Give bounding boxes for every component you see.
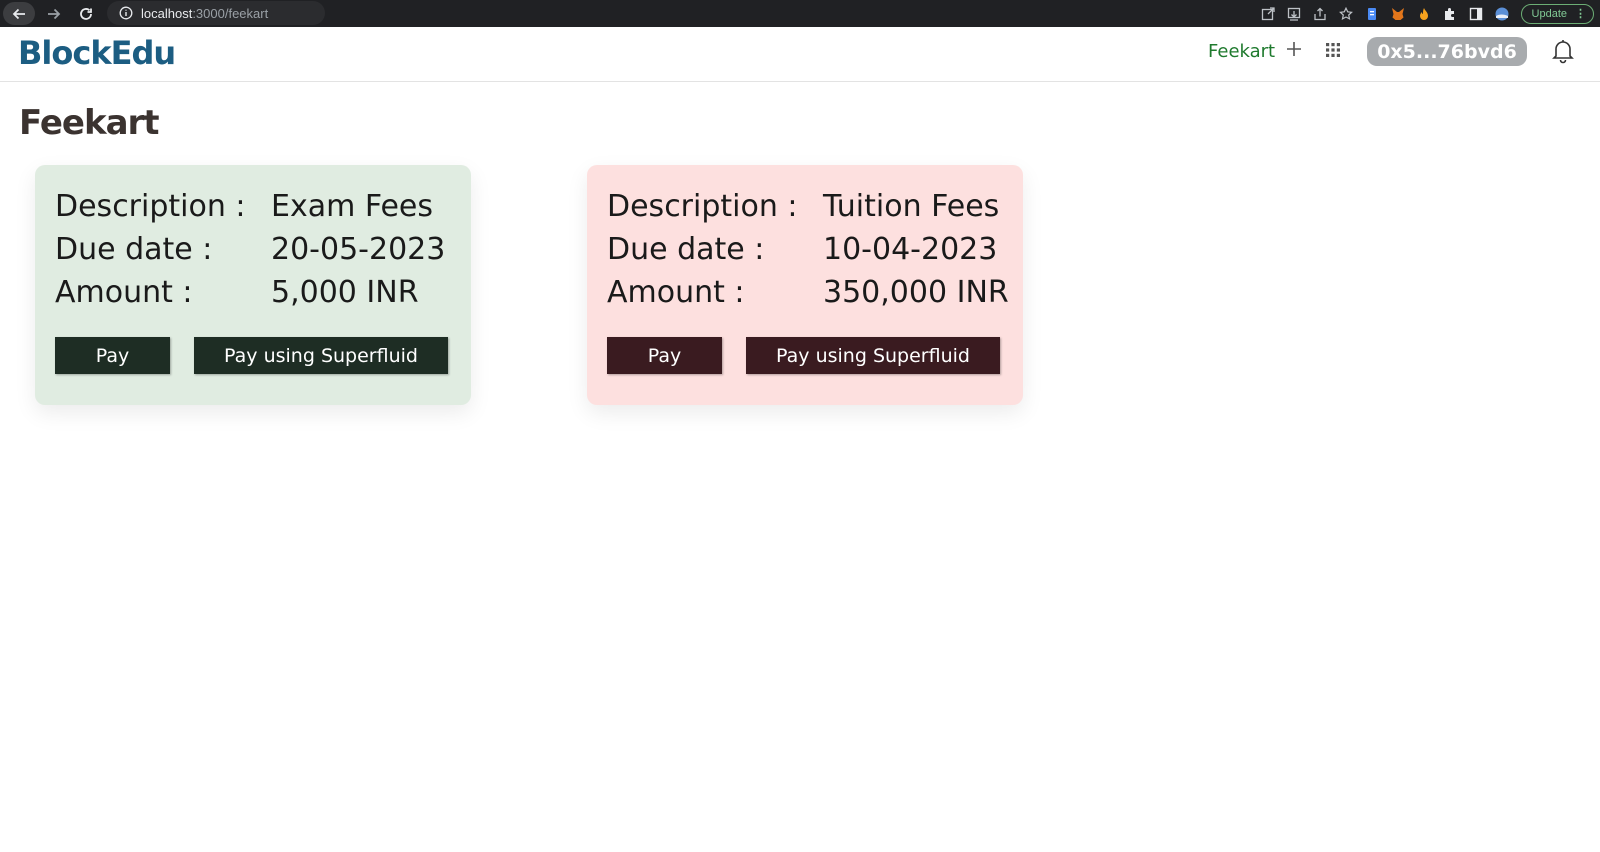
extensions-button[interactable] — [1437, 0, 1463, 27]
due-date-value: 10-04-2023 — [823, 232, 998, 267]
profile-button[interactable] — [1489, 0, 1515, 27]
star-icon — [1338, 6, 1353, 20]
wallet-address-button[interactable]: 0x5...76bvd6 — [1367, 37, 1527, 66]
amount-label: Amount : — [607, 275, 745, 310]
pay-button[interactable]: Pay — [607, 337, 722, 374]
plus-icon[interactable] — [1285, 40, 1303, 58]
side-panel-button[interactable] — [1463, 0, 1489, 27]
fox-icon — [1391, 7, 1404, 20]
fee-card: Description : Exam Fees Due date : 20-05… — [35, 165, 471, 405]
update-label: Update — [1531, 7, 1567, 20]
back-button[interactable] — [0, 0, 38, 27]
arrow-right-icon — [48, 8, 61, 19]
fee-actions: Pay Pay using Superfluid — [55, 337, 448, 374]
url-path: :3000/feekart — [192, 5, 269, 21]
info-icon — [119, 6, 133, 20]
bell-icon[interactable] — [1551, 38, 1575, 64]
due-date-row: Due date : 10-04-2023 — [607, 228, 1023, 271]
browser-actions: Update ⋮ — [1255, 0, 1600, 27]
pay-button[interactable]: Pay — [55, 337, 170, 374]
arrow-left-icon — [12, 8, 25, 19]
share-icon — [1313, 7, 1326, 20]
side-panel-icon — [1469, 7, 1482, 20]
description-row: Description : Exam Fees — [55, 185, 471, 228]
due-date-label: Due date : — [607, 232, 765, 267]
amount-row: Amount : 5,000 INR — [55, 271, 471, 314]
description-value: Exam Fees — [271, 189, 434, 224]
due-date-label: Due date : — [55, 232, 213, 267]
page-title: Feekart — [19, 103, 160, 143]
pay-superfluid-button[interactable]: Pay using Superfluid — [746, 337, 1000, 374]
extension-docs-button[interactable] — [1359, 0, 1385, 27]
reload-button[interactable] — [70, 0, 102, 27]
browser-toolbar: localhost:3000/feekart Update ⋮ — [0, 0, 1600, 27]
amount-label: Amount : — [55, 275, 193, 310]
amount-row: Amount : 350,000 INR — [607, 271, 1023, 314]
logo[interactable]: BlockEdu — [18, 34, 176, 72]
description-label: Description : — [55, 189, 246, 224]
profile-avatar-icon — [1495, 7, 1509, 20]
kebab-menu-icon: ⋮ — [1575, 8, 1586, 20]
fee-actions: Pay Pay using Superfluid — [607, 337, 1000, 374]
install-icon — [1287, 7, 1300, 21]
description-label: Description : — [607, 189, 798, 224]
external-link-icon — [1261, 6, 1275, 20]
fee-card: Description : Tuition Fees Due date : 10… — [587, 165, 1023, 405]
due-date-row: Due date : 20-05-2023 — [55, 228, 471, 271]
due-date-value: 20-05-2023 — [271, 232, 446, 267]
description-value: Tuition Fees — [823, 189, 1000, 224]
share-button[interactable] — [1307, 0, 1333, 27]
reload-icon — [80, 7, 92, 20]
docs-extension-icon — [1367, 7, 1376, 20]
install-app-button[interactable] — [1281, 0, 1307, 27]
extension-metamask-button[interactable] — [1385, 0, 1411, 27]
update-button[interactable]: Update ⋮ — [1520, 3, 1594, 24]
address-bar[interactable]: localhost:3000/feekart — [107, 1, 325, 25]
extension-flame-button[interactable] — [1411, 0, 1437, 27]
apps-grid-icon[interactable] — [1326, 43, 1340, 57]
nav-link-feekart[interactable]: Feekart — [1208, 41, 1275, 62]
puzzle-icon — [1444, 7, 1454, 20]
amount-value: 350,000 INR — [823, 275, 1009, 310]
flame-icon — [1419, 7, 1428, 20]
amount-value: 5,000 INR — [271, 275, 419, 310]
url-text: localhost:3000/feekart — [141, 6, 268, 21]
forward-button[interactable] — [38, 0, 70, 27]
description-row: Description : Tuition Fees — [607, 185, 1023, 228]
app-header: BlockEdu Feekart 0x5...76bvd6 — [0, 27, 1600, 82]
bookmark-button[interactable] — [1333, 0, 1359, 27]
open-in-app-button[interactable] — [1255, 0, 1281, 27]
url-host: localhost — [141, 5, 193, 21]
pay-superfluid-button[interactable]: Pay using Superfluid — [194, 337, 448, 374]
